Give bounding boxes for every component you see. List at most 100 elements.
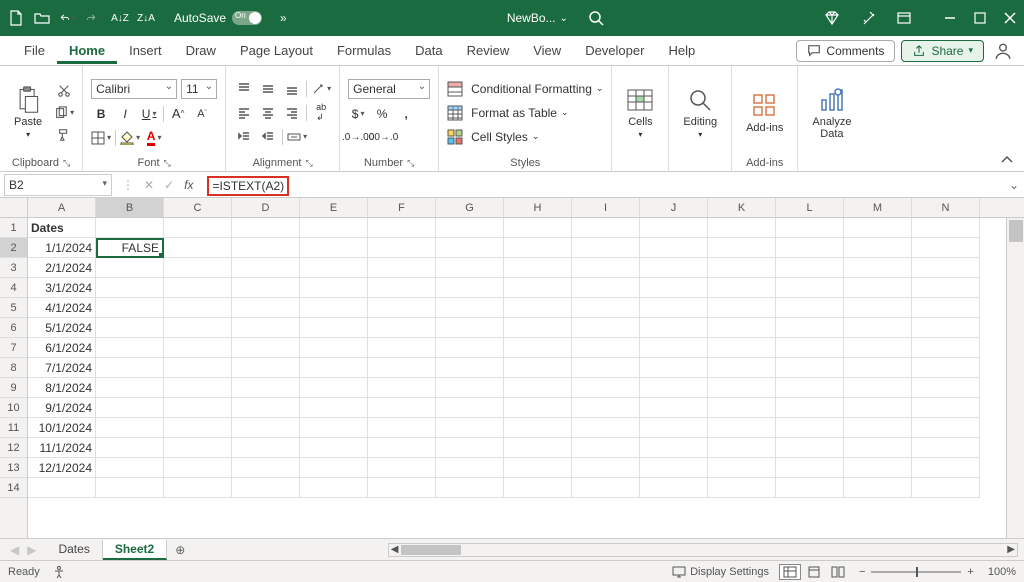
cell-H5[interactable]	[504, 298, 572, 318]
cell-N9[interactable]	[912, 378, 980, 398]
toggle-switch-icon[interactable]: On	[232, 11, 262, 25]
sheet-tab-sheet2[interactable]: Sheet2	[103, 540, 167, 560]
cell-A5[interactable]: 4/1/2024	[28, 298, 96, 318]
cell-D12[interactable]	[232, 438, 300, 458]
cell-C2[interactable]	[164, 238, 232, 258]
row-header-14[interactable]: 14	[0, 478, 27, 498]
cell-B1[interactable]	[96, 218, 164, 238]
cell-M11[interactable]	[844, 418, 912, 438]
italic-button[interactable]: I	[115, 105, 135, 123]
cell-J3[interactable]	[640, 258, 708, 278]
col-header-E[interactable]: E	[300, 198, 368, 217]
align-left-icon[interactable]	[234, 104, 254, 122]
tab-home[interactable]: Home	[57, 37, 117, 64]
cell-J10[interactable]	[640, 398, 708, 418]
sparkle-icon[interactable]	[860, 10, 876, 26]
cell-K12[interactable]	[708, 438, 776, 458]
cell-E11[interactable]	[300, 418, 368, 438]
cell-E7[interactable]	[300, 338, 368, 358]
redo-icon[interactable]	[86, 10, 102, 26]
fx-menu-icon[interactable]: ⋮	[122, 178, 134, 192]
cell-N6[interactable]	[912, 318, 980, 338]
cell-A14[interactable]	[28, 478, 96, 498]
cell-styles-button[interactable]: Cell Styles ⌄	[447, 129, 539, 145]
cell-M13[interactable]	[844, 458, 912, 478]
merge-icon[interactable]	[287, 128, 307, 146]
cell-L12[interactable]	[776, 438, 844, 458]
normal-view-icon[interactable]	[779, 564, 801, 580]
cell-G10[interactable]	[436, 398, 504, 418]
cell-H9[interactable]	[504, 378, 572, 398]
cell-K9[interactable]	[708, 378, 776, 398]
cell-F11[interactable]	[368, 418, 436, 438]
cell-E6[interactable]	[300, 318, 368, 338]
cell-H14[interactable]	[504, 478, 572, 498]
alignment-launcher-icon[interactable]: ⤡	[306, 158, 313, 169]
vertical-scrollbar[interactable]	[1006, 218, 1024, 538]
comments-button[interactable]: Comments	[796, 40, 895, 62]
cell-L4[interactable]	[776, 278, 844, 298]
cell-I6[interactable]	[572, 318, 640, 338]
cell-G12[interactable]	[436, 438, 504, 458]
col-header-N[interactable]: N	[912, 198, 980, 217]
name-box[interactable]: B2	[4, 174, 112, 196]
cell-A6[interactable]: 5/1/2024	[28, 318, 96, 338]
cell-G1[interactable]	[436, 218, 504, 238]
number-launcher-icon[interactable]: ⤡	[407, 158, 414, 169]
cell-B13[interactable]	[96, 458, 164, 478]
cell-F4[interactable]	[368, 278, 436, 298]
cell-M2[interactable]	[844, 238, 912, 258]
cell-K8[interactable]	[708, 358, 776, 378]
tab-insert[interactable]: Insert	[117, 37, 174, 64]
cell-L9[interactable]	[776, 378, 844, 398]
cell-D9[interactable]	[232, 378, 300, 398]
tab-help[interactable]: Help	[656, 37, 707, 64]
cell-B3[interactable]	[96, 258, 164, 278]
cell-K14[interactable]	[708, 478, 776, 498]
cell-H10[interactable]	[504, 398, 572, 418]
cell-L2[interactable]	[776, 238, 844, 258]
cell-C11[interactable]	[164, 418, 232, 438]
align-top-icon[interactable]	[234, 80, 254, 98]
orientation-icon[interactable]	[311, 80, 331, 98]
cut-icon[interactable]	[54, 82, 74, 100]
cell-J5[interactable]	[640, 298, 708, 318]
cell-F7[interactable]	[368, 338, 436, 358]
cell-N8[interactable]	[912, 358, 980, 378]
cell-A10[interactable]: 9/1/2024	[28, 398, 96, 418]
cell-E2[interactable]	[300, 238, 368, 258]
cell-H6[interactable]	[504, 318, 572, 338]
align-middle-icon[interactable]	[258, 80, 278, 98]
undo-icon[interactable]	[60, 10, 76, 26]
cell-E14[interactable]	[300, 478, 368, 498]
cell-M5[interactable]	[844, 298, 912, 318]
row-header-1[interactable]: 1	[0, 218, 27, 238]
cell-L8[interactable]	[776, 358, 844, 378]
row-header-9[interactable]: 9	[0, 378, 27, 398]
cell-J14[interactable]	[640, 478, 708, 498]
align-bottom-icon[interactable]	[282, 80, 302, 98]
display-settings-button[interactable]: Display Settings	[672, 565, 769, 579]
copy-icon[interactable]	[54, 104, 74, 122]
tab-review[interactable]: Review	[455, 37, 522, 64]
cell-M1[interactable]	[844, 218, 912, 238]
accounting-format-icon[interactable]: $	[348, 105, 368, 123]
cell-I4[interactable]	[572, 278, 640, 298]
cell-J7[interactable]	[640, 338, 708, 358]
row-header-3[interactable]: 3	[0, 258, 27, 278]
cell-G2[interactable]	[436, 238, 504, 258]
cell-D10[interactable]	[232, 398, 300, 418]
cell-N1[interactable]	[912, 218, 980, 238]
cell-L1[interactable]	[776, 218, 844, 238]
zoom-level[interactable]: 100%	[988, 566, 1016, 578]
cell-M9[interactable]	[844, 378, 912, 398]
cell-H3[interactable]	[504, 258, 572, 278]
cell-C6[interactable]	[164, 318, 232, 338]
cell-I3[interactable]	[572, 258, 640, 278]
cell-G4[interactable]	[436, 278, 504, 298]
cell-C4[interactable]	[164, 278, 232, 298]
cell-H13[interactable]	[504, 458, 572, 478]
cell-F1[interactable]	[368, 218, 436, 238]
account-icon[interactable]	[994, 42, 1012, 60]
cell-J8[interactable]	[640, 358, 708, 378]
